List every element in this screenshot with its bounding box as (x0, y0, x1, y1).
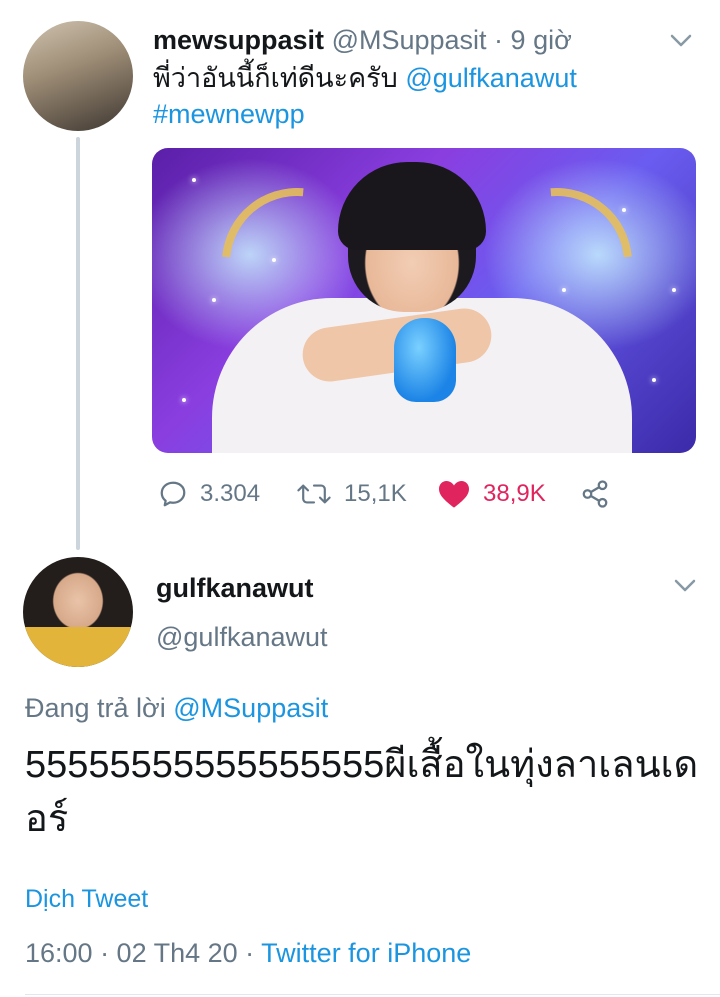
tweet1-time[interactable]: 9 giờ (511, 25, 572, 55)
tweet2-timestamp: 16:00 · 02 Th4 20 · Twitter for iPhone (25, 935, 471, 971)
tweet2-source-link[interactable]: Twitter for iPhone (261, 938, 471, 968)
share-icon (582, 480, 608, 508)
retweet-icon (297, 484, 331, 504)
tweet1-mention-link[interactable]: @gulfkanawut (405, 63, 577, 93)
tweet1-text: พี่ว่าอันนี้ก็เท่ดีนะครับ @gulfkanawut #… (153, 60, 673, 132)
tweet1-action-bar: 3.304 15,1K 38,9K (0, 474, 720, 514)
replying-to-mention[interactable]: @MSuppasit (173, 693, 328, 723)
avatar-shirt (23, 627, 133, 667)
chevron-down-icon[interactable] (674, 579, 696, 593)
person-hair (338, 162, 486, 250)
retweet-button[interactable]: 15,1K (296, 474, 407, 514)
divider (25, 994, 720, 995)
avatar-gulfkanawut[interactable] (23, 557, 133, 667)
like-count: 38,9K (483, 480, 546, 507)
avatar-mewsuppasit[interactable] (23, 21, 133, 131)
like-button[interactable]: 38,9K (437, 474, 546, 514)
tweet2-text: 55555555555555555ผีเสื้อในทุ่งลาเลนเดอร์ (25, 744, 699, 840)
blue-object (394, 318, 456, 402)
chevron-down-icon[interactable] (670, 34, 692, 48)
tweet1-body-text: พี่ว่าอันนี้ก็เท่ดีนะครับ (153, 63, 406, 93)
tweet1-separator: · (486, 25, 511, 55)
tweet2-handle[interactable]: @gulfkanawut (156, 619, 328, 655)
tweet2-datetime: 16:00 · 02 Th4 20 · (25, 938, 262, 968)
tweet1-handle[interactable]: @MSuppasit (332, 25, 487, 55)
tweet1-media-image[interactable] (152, 148, 696, 453)
tweet1-display-name[interactable]: mewsuppasit (153, 25, 324, 55)
reply-icon (160, 481, 186, 507)
reply-count: 3.304 (200, 480, 261, 507)
heart-icon (439, 481, 469, 508)
tweet2-display-name[interactable]: gulfkanawut (156, 570, 314, 606)
share-button[interactable] (580, 474, 610, 514)
tweet1-hashtag-link[interactable]: #mewnewpp (153, 99, 305, 129)
replying-to-line: Đang trả lời @MSuppasit (25, 690, 328, 726)
replying-to-prefix: Đang trả lời (25, 693, 174, 723)
translate-tweet-link[interactable]: Dịch Tweet (25, 882, 148, 916)
tweet1-header: mewsuppasit @MSuppasit · 9 giờ (153, 22, 572, 58)
retweet-count: 15,1K (344, 480, 407, 507)
reply-button[interactable]: 3.304 (158, 474, 260, 514)
